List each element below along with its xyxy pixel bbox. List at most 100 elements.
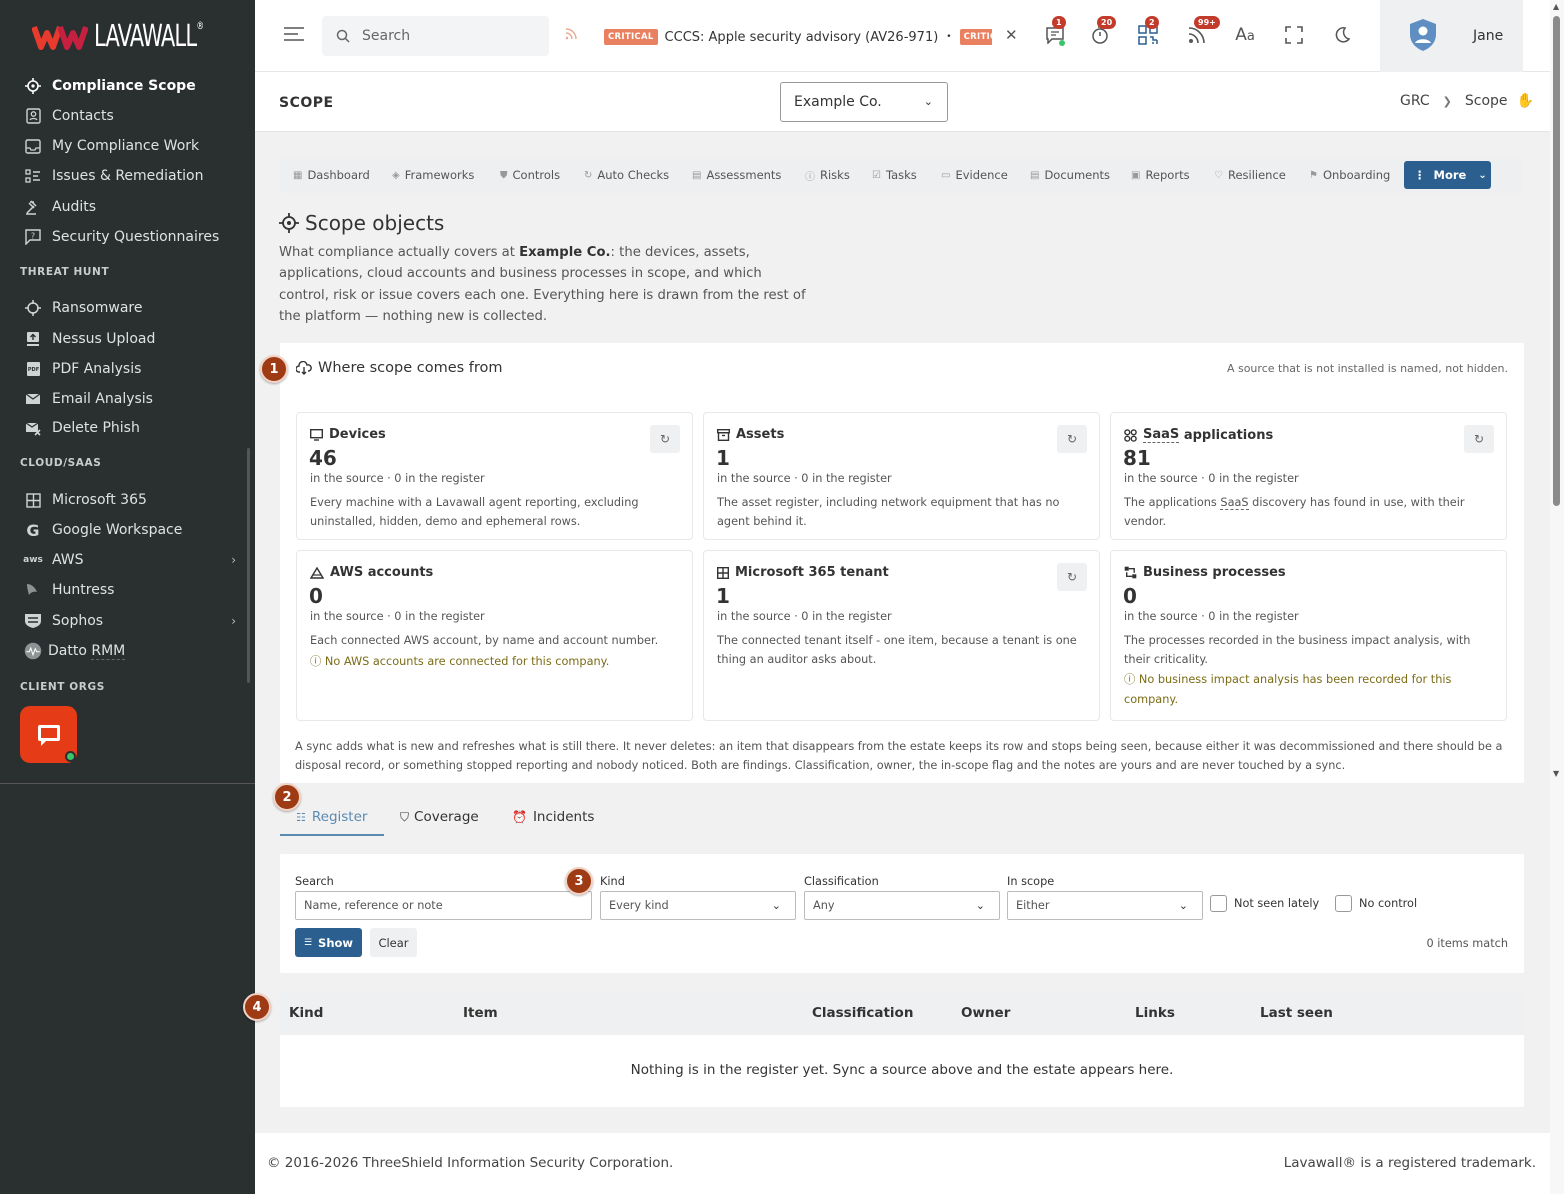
sync-button[interactable]: ↻	[1057, 563, 1087, 591]
sidebar-item-security-questionnaires[interactable]: ? Security Questionnaires	[24, 225, 219, 249]
tab-onboarding[interactable]: ⚑ Onboarding	[1309, 157, 1390, 193]
dark-mode-button[interactable]	[1329, 22, 1355, 48]
card-subtitle: in the source · 0 in the register	[310, 472, 485, 485]
sidebar-item-email-analysis[interactable]: Email Analysis	[24, 387, 153, 411]
timer-badge: 20	[1097, 16, 1117, 29]
search-placeholder: Search	[362, 28, 411, 44]
sidebar-item-label: Nessus Upload	[52, 331, 156, 347]
tab-incidents[interactable]: ⏰ Incidents	[512, 809, 594, 825]
step-marker-3: 3	[565, 867, 593, 895]
sidebar-item-issues-remediation[interactable]: Issues & Remediation	[24, 164, 203, 188]
column-item[interactable]: Item	[463, 1005, 498, 1021]
sidebar-item-nessus-upload[interactable]: Nessus Upload	[24, 327, 155, 351]
kind-select[interactable]: Every kind ⌄	[600, 891, 796, 920]
sidebar-item-ransomware[interactable]: Ransomware	[24, 296, 142, 320]
timer-button[interactable]: 20	[1087, 16, 1117, 48]
news-ticker[interactable]: CRITICAL CCCS: Apple security advisory (…	[604, 26, 992, 48]
lavawall-logo[interactable]: LAVAWALL®	[32, 18, 234, 54]
classification-select[interactable]: Any ⌄	[804, 891, 1000, 920]
breadcrumb-scope: Scope	[1464, 93, 1508, 109]
column-links[interactable]: Links	[1135, 1005, 1175, 1021]
sidebar-item-google-workspace[interactable]: G Google Workspace	[24, 518, 182, 542]
classification-label: Classification	[804, 875, 879, 888]
sidebar-item-audits[interactable]: Audits	[24, 195, 96, 219]
messages-button[interactable]: 1	[1042, 16, 1068, 48]
shield-icon: ⛊	[500, 169, 508, 181]
sidebar-item-aws[interactable]: aws AWS ›	[23, 548, 236, 572]
scope-sources-panel: Where scope comes from A source that is …	[280, 343, 1524, 783]
alert-circle-icon: ⓘ	[805, 171, 815, 183]
checkbox[interactable]	[1210, 895, 1227, 912]
text-size-button[interactable]: Aa	[1232, 22, 1258, 48]
messages-badge: 1	[1052, 16, 1066, 29]
menu-toggle-button[interactable]	[284, 26, 304, 46]
in-scope-select[interactable]: Either ⌄	[1007, 891, 1203, 920]
sidebar-item-pdf-analysis[interactable]: PDF PDF Analysis	[24, 357, 141, 381]
sidebar-item-microsoft-365[interactable]: Microsoft 365	[24, 488, 147, 512]
checkbox[interactable]	[1335, 895, 1352, 912]
auto-check-icon: ↻	[584, 169, 593, 181]
ticker-close-button[interactable]: ✕	[1005, 26, 1018, 44]
scroll-down-arrow[interactable]: ▼	[1553, 769, 1559, 778]
more-tabs-button[interactable]: ⋮ More ⌄	[1404, 161, 1491, 189]
not-seen-lately-checkbox[interactable]: Not seen lately	[1210, 895, 1319, 912]
windows-grid-icon	[717, 566, 729, 579]
sync-button[interactable]: ↻	[650, 425, 680, 453]
fullscreen-button[interactable]	[1281, 22, 1307, 48]
google-icon: G	[26, 520, 40, 540]
column-owner[interactable]: Owner	[961, 1005, 1010, 1021]
tab-coverage[interactable]: ⛉ Coverage	[400, 809, 479, 825]
company-select[interactable]: Example Co. ⌄	[780, 82, 948, 122]
page-scrollbar[interactable]: ▲ ▼	[1550, 0, 1564, 1194]
sync-button[interactable]: ↻	[1057, 425, 1087, 453]
tab-tasks[interactable]: ☑ Tasks	[872, 157, 917, 193]
tab-auto-checks[interactable]: ↻ Auto Checks	[584, 157, 669, 193]
tab-frameworks[interactable]: ◈ Frameworks	[392, 157, 474, 193]
step-marker-4: 4	[243, 993, 271, 1021]
breadcrumb-grc[interactable]: GRC	[1400, 93, 1430, 109]
pdf-file-icon: PDF	[24, 360, 42, 378]
column-kind[interactable]: Kind	[289, 1005, 323, 1021]
tab-resilience[interactable]: ♡ Resilience	[1214, 157, 1286, 193]
gavel-icon	[24, 198, 42, 216]
no-control-checkbox[interactable]: No control	[1335, 895, 1417, 912]
sidebar-item-my-compliance-work[interactable]: My Compliance Work	[24, 134, 199, 158]
tab-assessments[interactable]: ▤ Assessments	[692, 157, 781, 193]
scroll-thumb[interactable]	[1553, 16, 1560, 506]
register-search-input[interactable]: Name, reference or note	[295, 891, 592, 920]
refresh-icon: ↻	[1066, 570, 1078, 584]
card-title: AWS accounts	[310, 565, 433, 580]
empty-state-message: Nothing is in the register yet. Sync a s…	[630, 1062, 1174, 1078]
user-menu[interactable]: Jane	[1380, 0, 1523, 72]
tab-controls[interactable]: ⛊ Controls	[500, 157, 560, 193]
sidebar-item-datto-rmm[interactable]: Datto RMM	[24, 639, 126, 663]
sidebar-item-huntress[interactable]: Huntress	[24, 578, 114, 602]
column-last-seen[interactable]: Last seen	[1260, 1005, 1333, 1021]
show-button[interactable]: ☰ Show	[295, 928, 362, 957]
sync-button[interactable]: ↻	[1464, 425, 1494, 453]
card-count: 46	[309, 446, 337, 470]
tab-register[interactable]: ☷ Register	[296, 809, 367, 825]
feeds-button[interactable]: 99+	[1184, 16, 1220, 48]
qr-button[interactable]: 2	[1135, 16, 1161, 48]
sidebar-item-contacts[interactable]: Contacts	[24, 104, 114, 128]
tab-documents[interactable]: ▤ Documents	[1030, 157, 1110, 193]
global-search[interactable]: Search	[322, 16, 549, 56]
scroll-up-arrow[interactable]: ▲	[1553, 2, 1559, 11]
tab-dashboard[interactable]: ▦ Dashboard	[293, 157, 370, 193]
tab-evidence[interactable]: ▭ Evidence	[941, 157, 1008, 193]
card-count: 0	[1123, 584, 1137, 608]
sidebar-item-sophos[interactable]: Sophos ›	[24, 609, 236, 633]
sidebar-item-delete-phish[interactable]: Delete Phish	[24, 416, 140, 440]
tab-reports[interactable]: ▣ Reports	[1131, 157, 1190, 193]
card-description: The applications SaaS discovery has foun…	[1124, 496, 1465, 528]
rss-icon[interactable]	[565, 28, 577, 43]
card-title: Microsoft 365 tenant	[717, 565, 889, 580]
sidebar-item-compliance-scope[interactable]: Compliance Scope	[24, 74, 196, 98]
section-tabs: ▦ Dashboard ◈ Frameworks ⛊ Controls ↻ Auto C…	[280, 157, 1522, 193]
online-status-dot	[65, 751, 76, 762]
tab-risks[interactable]: ⓘ Risks	[805, 157, 850, 193]
column-classification[interactable]: Classification	[812, 1005, 913, 1021]
clear-button[interactable]: Clear	[370, 928, 417, 957]
sidebar-scrollbar[interactable]	[247, 448, 250, 683]
